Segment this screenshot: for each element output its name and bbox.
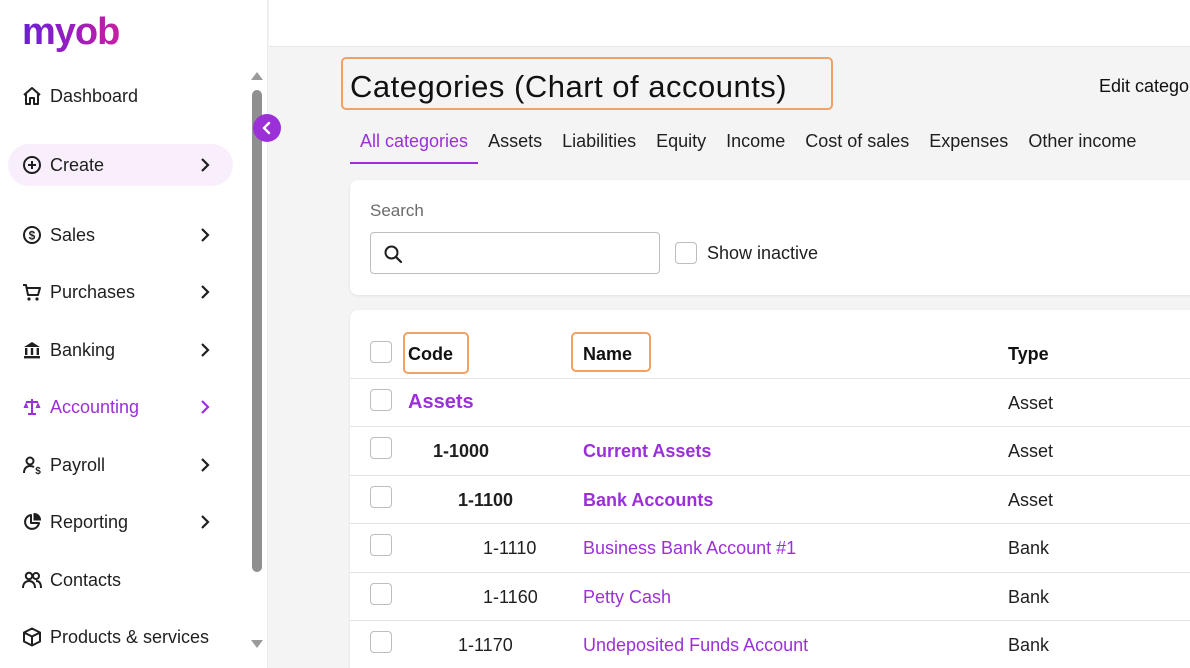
sidebar-item-accounting[interactable]: Accounting xyxy=(8,386,233,428)
row-type: Bank xyxy=(1008,538,1050,558)
sidebar: myob Dashboard Create $ Sales Purchases … xyxy=(0,0,268,668)
tab-other-income[interactable]: Other income xyxy=(1018,125,1146,164)
sidebar-scrollbar[interactable] xyxy=(252,90,262,572)
tab-assets[interactable]: Assets xyxy=(478,125,552,164)
chevron-right-icon xyxy=(195,224,215,246)
sidebar-item-label: Payroll xyxy=(50,454,106,475)
sidebar-item-banking[interactable]: Banking xyxy=(8,329,233,371)
scroll-up-arrow-icon[interactable] xyxy=(251,72,263,80)
sidebar-item-label: Sales xyxy=(50,224,96,245)
row-divider xyxy=(350,523,1190,524)
sidebar-item-label: Create xyxy=(50,154,105,175)
row-checkbox[interactable] xyxy=(370,534,392,556)
row-type: Bank xyxy=(1008,587,1050,607)
home-icon xyxy=(22,86,42,106)
scroll-down-arrow-icon[interactable] xyxy=(251,640,263,648)
pie-chart-icon xyxy=(22,512,42,532)
svg-text:$: $ xyxy=(35,466,41,475)
edit-categories-button[interactable]: Edit catego xyxy=(1099,76,1189,97)
column-header-name[interactable]: Name xyxy=(583,344,632,365)
row-code: 1-1100 xyxy=(458,490,514,510)
row-code: 1-1160 xyxy=(483,587,538,607)
box-icon xyxy=(22,627,42,647)
payroll-person-icon: $ xyxy=(22,455,42,475)
sidebar-item-purchases[interactable]: Purchases xyxy=(8,271,233,313)
accounts-table: Code Name Type Assets Asset 1-1000 Curre… xyxy=(350,310,1190,668)
row-code: 1-1170 xyxy=(458,635,513,655)
sidebar-item-label: Banking xyxy=(50,339,116,360)
row-code: 1-1110 xyxy=(483,538,537,558)
sidebar-item-label: Products & services xyxy=(50,626,210,647)
tab-cost-of-sales[interactable]: Cost of sales xyxy=(795,125,919,164)
top-bar xyxy=(269,0,1190,47)
search-input[interactable] xyxy=(411,239,651,267)
chevron-right-icon xyxy=(195,511,215,533)
sidebar-item-label: Purchases xyxy=(50,281,136,302)
chevron-right-icon xyxy=(195,454,215,476)
chevron-right-icon xyxy=(195,396,215,418)
row-type: Asset xyxy=(1008,441,1054,461)
tab-expenses[interactable]: Expenses xyxy=(919,125,1018,164)
row-divider xyxy=(350,620,1190,621)
collapse-sidebar-button[interactable] xyxy=(253,114,281,142)
myob-logo[interactable]: myob xyxy=(22,12,120,52)
row-code: 1-1000 xyxy=(433,441,490,461)
row-name-link[interactable]: Petty Cash xyxy=(583,587,671,608)
chevron-left-icon xyxy=(262,121,271,135)
row-checkbox[interactable] xyxy=(370,389,392,411)
row-checkbox[interactable] xyxy=(370,437,392,459)
row-name-link[interactable]: Assets xyxy=(408,391,474,414)
sidebar-item-sales[interactable]: $ Sales xyxy=(8,214,233,256)
row-divider xyxy=(350,572,1190,573)
tab-equity[interactable]: Equity xyxy=(646,125,716,164)
row-divider xyxy=(350,426,1190,427)
people-icon xyxy=(22,570,42,590)
plus-circle-icon xyxy=(22,155,42,175)
show-inactive-checkbox[interactable] xyxy=(675,242,697,264)
sidebar-item-products-services[interactable]: Products & services xyxy=(8,616,233,658)
category-tabs: All categories Assets Liabilities Equity… xyxy=(350,125,1146,164)
search-icon xyxy=(383,244,403,269)
row-name-link[interactable]: Undeposited Funds Account xyxy=(583,635,808,656)
sidebar-item-label: Contacts xyxy=(50,569,122,590)
search-panel: Search Show inactive xyxy=(350,180,1190,295)
sidebar-item-create[interactable]: Create xyxy=(8,144,233,186)
sidebar-item-label: Dashboard xyxy=(50,85,139,106)
chevron-right-icon xyxy=(195,339,215,361)
sidebar-item-label: Reporting xyxy=(50,511,129,532)
sidebar-item-reporting[interactable]: Reporting xyxy=(8,501,233,543)
row-type: Asset xyxy=(1008,490,1054,510)
select-all-checkbox[interactable] xyxy=(370,341,392,363)
chevron-right-icon xyxy=(195,281,215,303)
row-type: Bank xyxy=(1008,635,1050,655)
row-checkbox[interactable] xyxy=(370,486,392,508)
search-box[interactable] xyxy=(370,232,660,274)
sidebar-item-contacts[interactable]: Contacts xyxy=(8,559,233,601)
row-checkbox[interactable] xyxy=(370,583,392,605)
tab-liabilities[interactable]: Liabilities xyxy=(552,125,646,164)
row-name-link[interactable]: Current Assets xyxy=(583,441,711,462)
cart-icon xyxy=(22,282,42,302)
sidebar-item-label: Accounting xyxy=(50,396,140,417)
column-header-type[interactable]: Type xyxy=(1008,344,1049,365)
row-type: Asset xyxy=(1008,393,1054,413)
search-label: Search xyxy=(370,201,424,220)
bank-icon xyxy=(22,340,42,360)
column-header-code[interactable]: Code xyxy=(408,344,453,365)
row-divider xyxy=(350,475,1190,476)
scales-icon xyxy=(22,397,42,417)
row-name-link[interactable]: Bank Accounts xyxy=(583,490,713,511)
row-divider xyxy=(350,378,1190,379)
sidebar-item-dashboard[interactable]: Dashboard xyxy=(8,75,233,117)
show-inactive-label: Show inactive xyxy=(707,243,819,263)
chevron-right-icon xyxy=(195,154,215,176)
sidebar-item-payroll[interactable]: $ Payroll xyxy=(8,444,233,486)
svg-text:$: $ xyxy=(29,229,36,243)
dollar-circle-icon: $ xyxy=(22,225,42,245)
row-name-link[interactable]: Business Bank Account #1 xyxy=(583,538,796,559)
page-title: Categories (Chart of accounts) xyxy=(350,69,788,104)
tab-income[interactable]: Income xyxy=(716,125,795,164)
row-checkbox[interactable] xyxy=(370,631,392,653)
tab-all-categories[interactable]: All categories xyxy=(350,125,479,164)
